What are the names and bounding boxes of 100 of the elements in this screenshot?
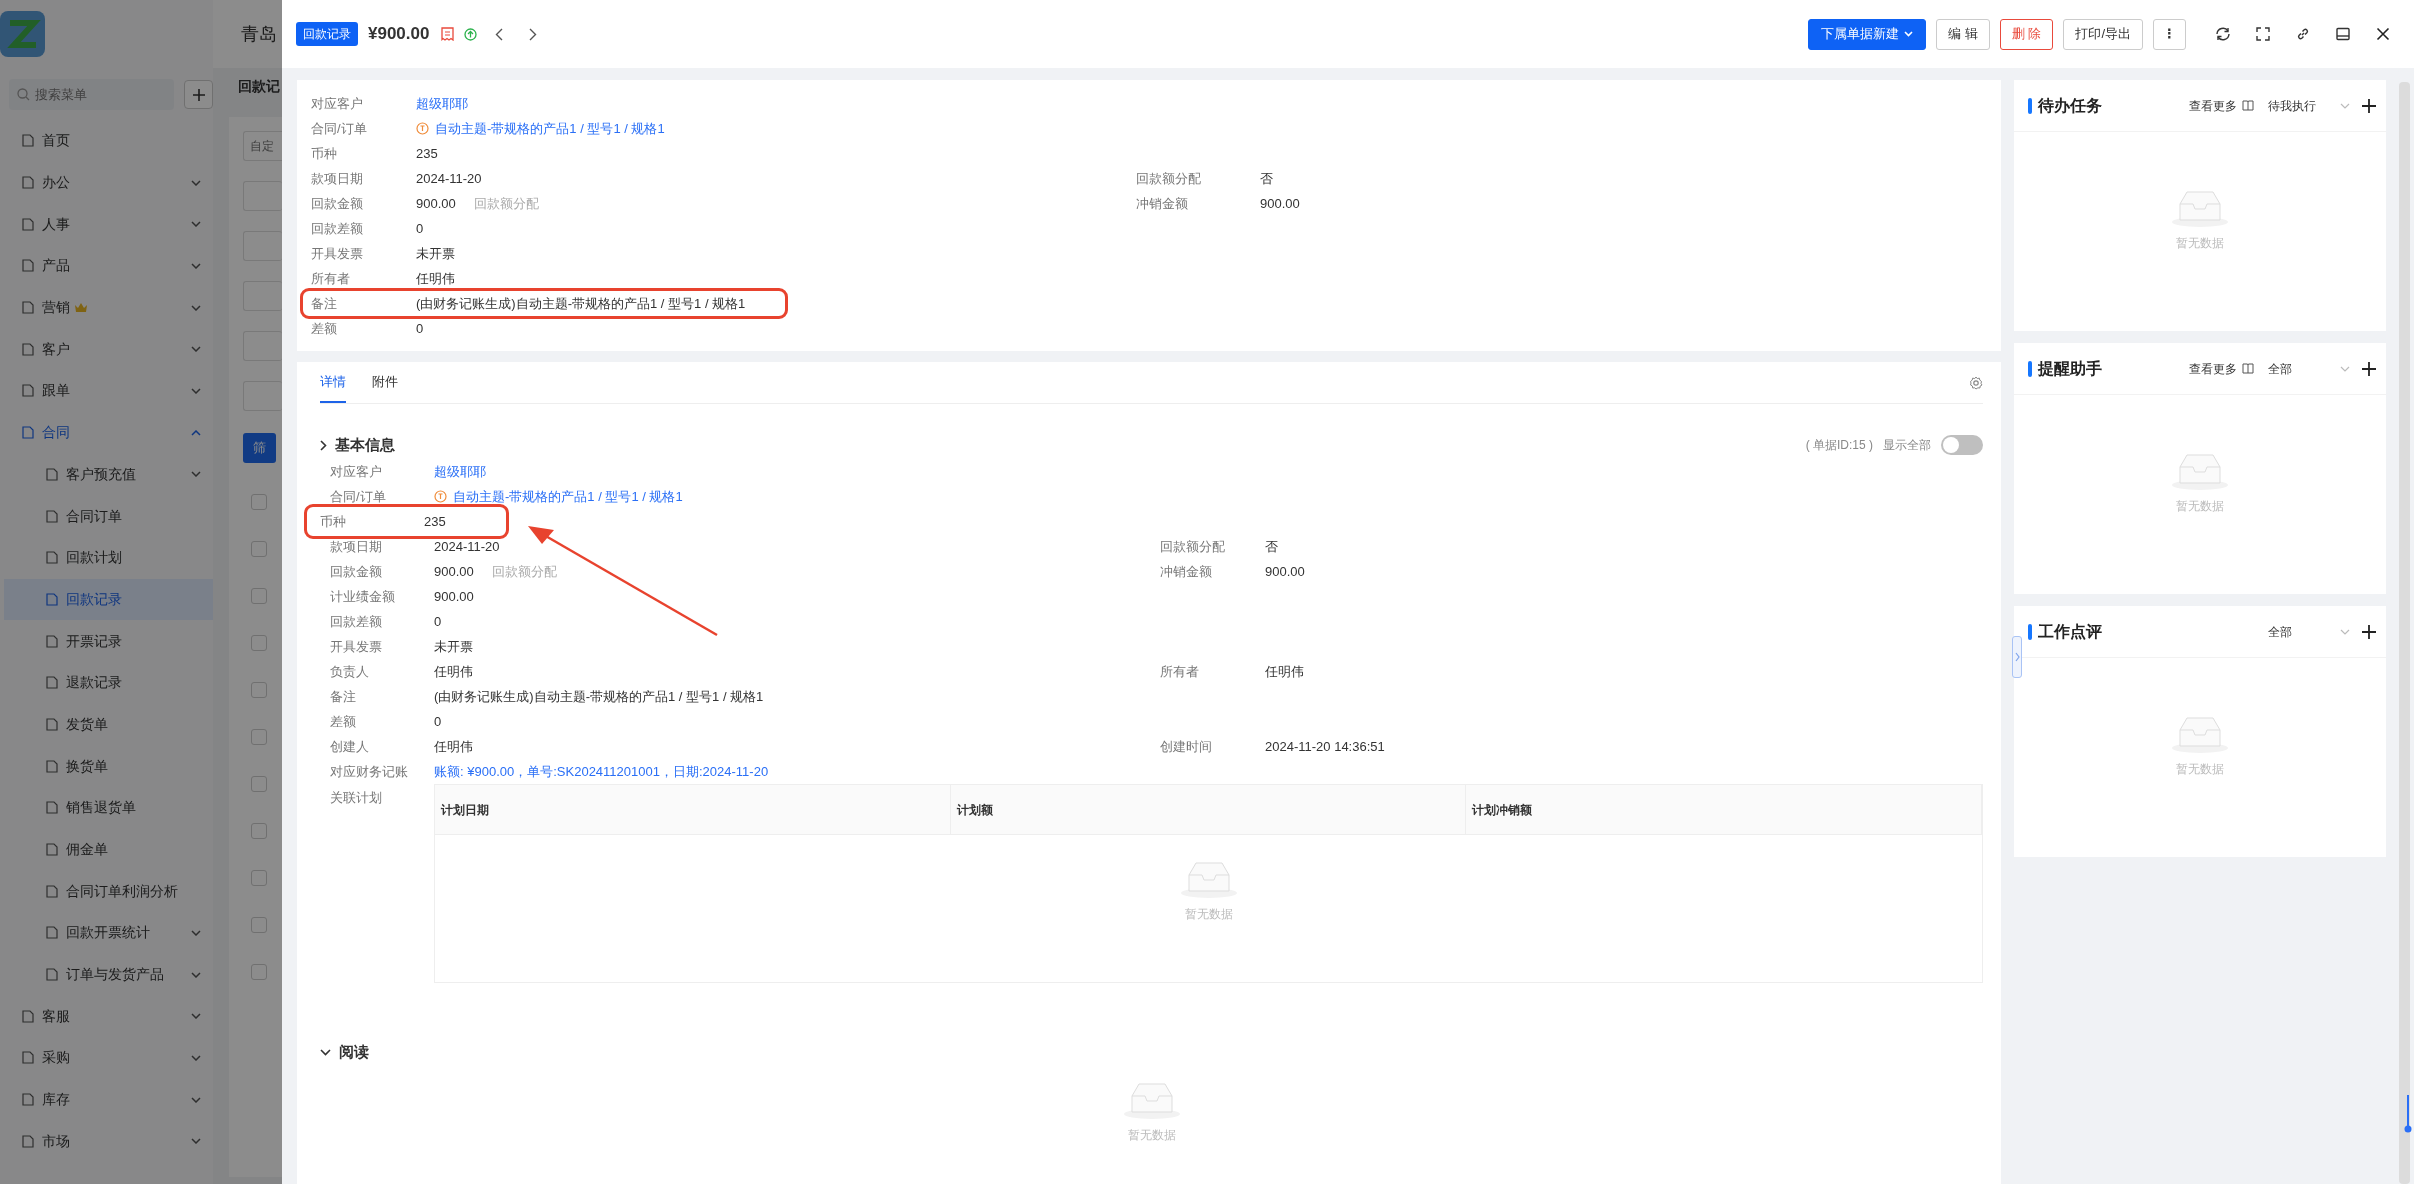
- field-link[interactable]: 超级耶耶: [434, 461, 486, 482]
- search-icon: [17, 88, 30, 101]
- sidebar-item[interactable]: 合同订单: [0, 495, 213, 537]
- field-link[interactable]: 自动主题-带规格的产品1 / 型号1 / 规格1: [435, 118, 665, 139]
- sidebar-item[interactable]: 退款记录: [0, 661, 213, 704]
- title-marker: [2028, 97, 2032, 114]
- field-label: 所有者: [1160, 662, 1200, 681]
- sidebar-item[interactable]: 客服: [0, 995, 213, 1038]
- field-link[interactable]: 自动主题-带规格的产品1 / 型号1 / 规格1: [453, 486, 683, 507]
- sidebar-item[interactable]: 库存: [0, 1078, 213, 1121]
- sidebar-item[interactable]: 客户预充值: [0, 453, 213, 496]
- field-label: 差额: [330, 712, 357, 731]
- sidebar-item[interactable]: 人事: [0, 203, 213, 246]
- chevron-right-icon[interactable]: [320, 439, 327, 451]
- empty-text: 暂无数据: [2176, 234, 2225, 252]
- document-icon: [46, 676, 58, 690]
- add-button[interactable]: [2362, 98, 2377, 113]
- sidebar-item[interactable]: 回款计划: [0, 536, 213, 579]
- row-checkbox[interactable]: [251, 729, 267, 745]
- document-icon: [22, 1009, 34, 1023]
- chevron-right-icon: [2014, 652, 2020, 662]
- record-type-badge: 回款记录: [296, 22, 358, 46]
- document-icon: [22, 301, 34, 315]
- document-icon: [22, 176, 34, 190]
- sidebar-item[interactable]: 客户: [0, 328, 213, 371]
- plus-icon: [2362, 98, 2377, 113]
- empty-text: 暂无数据: [2176, 497, 2225, 515]
- filter-dropdown[interactable]: 全部: [2268, 359, 2351, 378]
- view-more-link[interactable]: 查看更多: [2189, 359, 2255, 378]
- add-button[interactable]: [2362, 624, 2377, 639]
- add-button[interactable]: [2362, 361, 2377, 376]
- row-checkbox[interactable]: [251, 588, 267, 604]
- document-icon: [46, 759, 58, 773]
- row-checkbox[interactable]: [251, 870, 267, 886]
- sidebar-item[interactable]: 回款记录: [4, 578, 213, 621]
- field-note: 回款额分配: [473, 194, 539, 213]
- field-value: 235: [416, 144, 438, 163]
- sidebar-item[interactable]: 合同: [0, 411, 213, 454]
- sidebar-item[interactable]: 跟单: [0, 370, 213, 412]
- row-checkbox[interactable]: [251, 776, 267, 792]
- tab[interactable]: 附件: [372, 371, 398, 403]
- chevron-down-icon[interactable]: [320, 1048, 331, 1056]
- field-label: 合同/订单: [330, 487, 387, 506]
- field-value: 任明伟: [416, 269, 455, 288]
- slider-handle-icon[interactable]: [2404, 1095, 2412, 1135]
- field-label: 币种: [320, 512, 347, 531]
- new-dropdown-button[interactable]: 下属单据新建: [1808, 18, 1927, 50]
- field-label: 创建人: [330, 737, 370, 756]
- sidebar-item[interactable]: 订单与发货产品: [0, 953, 213, 996]
- document-icon: [46, 968, 58, 982]
- action-button[interactable]: 编 辑: [1936, 18, 1990, 50]
- filter-dropdown[interactable]: 全部: [2268, 622, 2351, 641]
- field-value: 未开票: [416, 244, 455, 263]
- sidebar-item[interactable]: 发货单: [0, 703, 213, 746]
- receipt-icon: [441, 27, 455, 41]
- book-icon: [2242, 363, 2255, 374]
- sidebar-item[interactable]: 合同订单利润分析: [0, 870, 213, 913]
- row-checkbox[interactable]: [251, 682, 267, 698]
- sidebar-item[interactable]: 营销: [0, 286, 213, 329]
- empty-text: 暂无数据: [1127, 1127, 1176, 1144]
- row-checkbox[interactable]: [251, 635, 267, 651]
- field-link[interactable]: 账额: ¥900.00，单号:SK202411201001，日期:2024-11-20: [434, 761, 769, 782]
- sidebar-item[interactable]: 产品: [0, 245, 213, 287]
- show-all-toggle[interactable]: [1941, 435, 1983, 455]
- sidebar-item[interactable]: 首页: [0, 120, 213, 162]
- action-button[interactable]: 打印/导出: [2063, 18, 2143, 50]
- book-icon: [2242, 100, 2255, 111]
- tab[interactable]: 详情: [320, 371, 346, 403]
- sidebar-item[interactable]: 换货单: [0, 745, 213, 787]
- field-value: 2024-11-20: [416, 169, 482, 188]
- filter-button[interactable]: 筛: [243, 433, 276, 463]
- field-value: 否: [1265, 537, 1278, 556]
- search-field[interactable]: 搜索菜单: [9, 79, 174, 110]
- collapse-handle[interactable]: [2012, 636, 2022, 678]
- field-value: 235: [424, 512, 446, 531]
- row-checkbox[interactable]: [251, 494, 267, 510]
- filter-field[interactable]: 自定: [243, 131, 282, 161]
- sidebar-item[interactable]: 办公: [0, 161, 213, 204]
- sidebar-item[interactable]: 佣金单: [0, 828, 213, 871]
- sidebar-item[interactable]: 市场: [0, 1120, 213, 1163]
- row-checkbox[interactable]: [251, 917, 267, 933]
- document-icon: [22, 1093, 34, 1107]
- order-circle-icon: [434, 490, 447, 503]
- sidebar-item[interactable]: 销售退货单: [0, 787, 213, 829]
- delete-button[interactable]: 删 除: [1999, 18, 2054, 50]
- row-checkbox[interactable]: [251, 823, 267, 839]
- row-checkbox[interactable]: [251, 964, 267, 980]
- sidebar-item[interactable]: 回款开票统计: [0, 912, 213, 954]
- view-more-link[interactable]: 查看更多: [2189, 96, 2255, 115]
- panel-title: 待办任务: [2038, 95, 2102, 116]
- row-checkbox[interactable]: [251, 541, 267, 557]
- settings-icon[interactable]: [1969, 376, 1983, 390]
- more-button[interactable]: ⋮: [2153, 18, 2186, 50]
- field-value: 900.00: [416, 194, 456, 213]
- sidebar-item[interactable]: 开票记录: [0, 620, 213, 662]
- field-link[interactable]: 超级耶耶: [416, 93, 468, 114]
- sidebar-item[interactable]: 采购: [0, 1037, 213, 1079]
- document-icon: [46, 884, 58, 898]
- filter-dropdown[interactable]: 待我执行: [2268, 96, 2351, 115]
- scrollbar[interactable]: [2399, 82, 2410, 1184]
